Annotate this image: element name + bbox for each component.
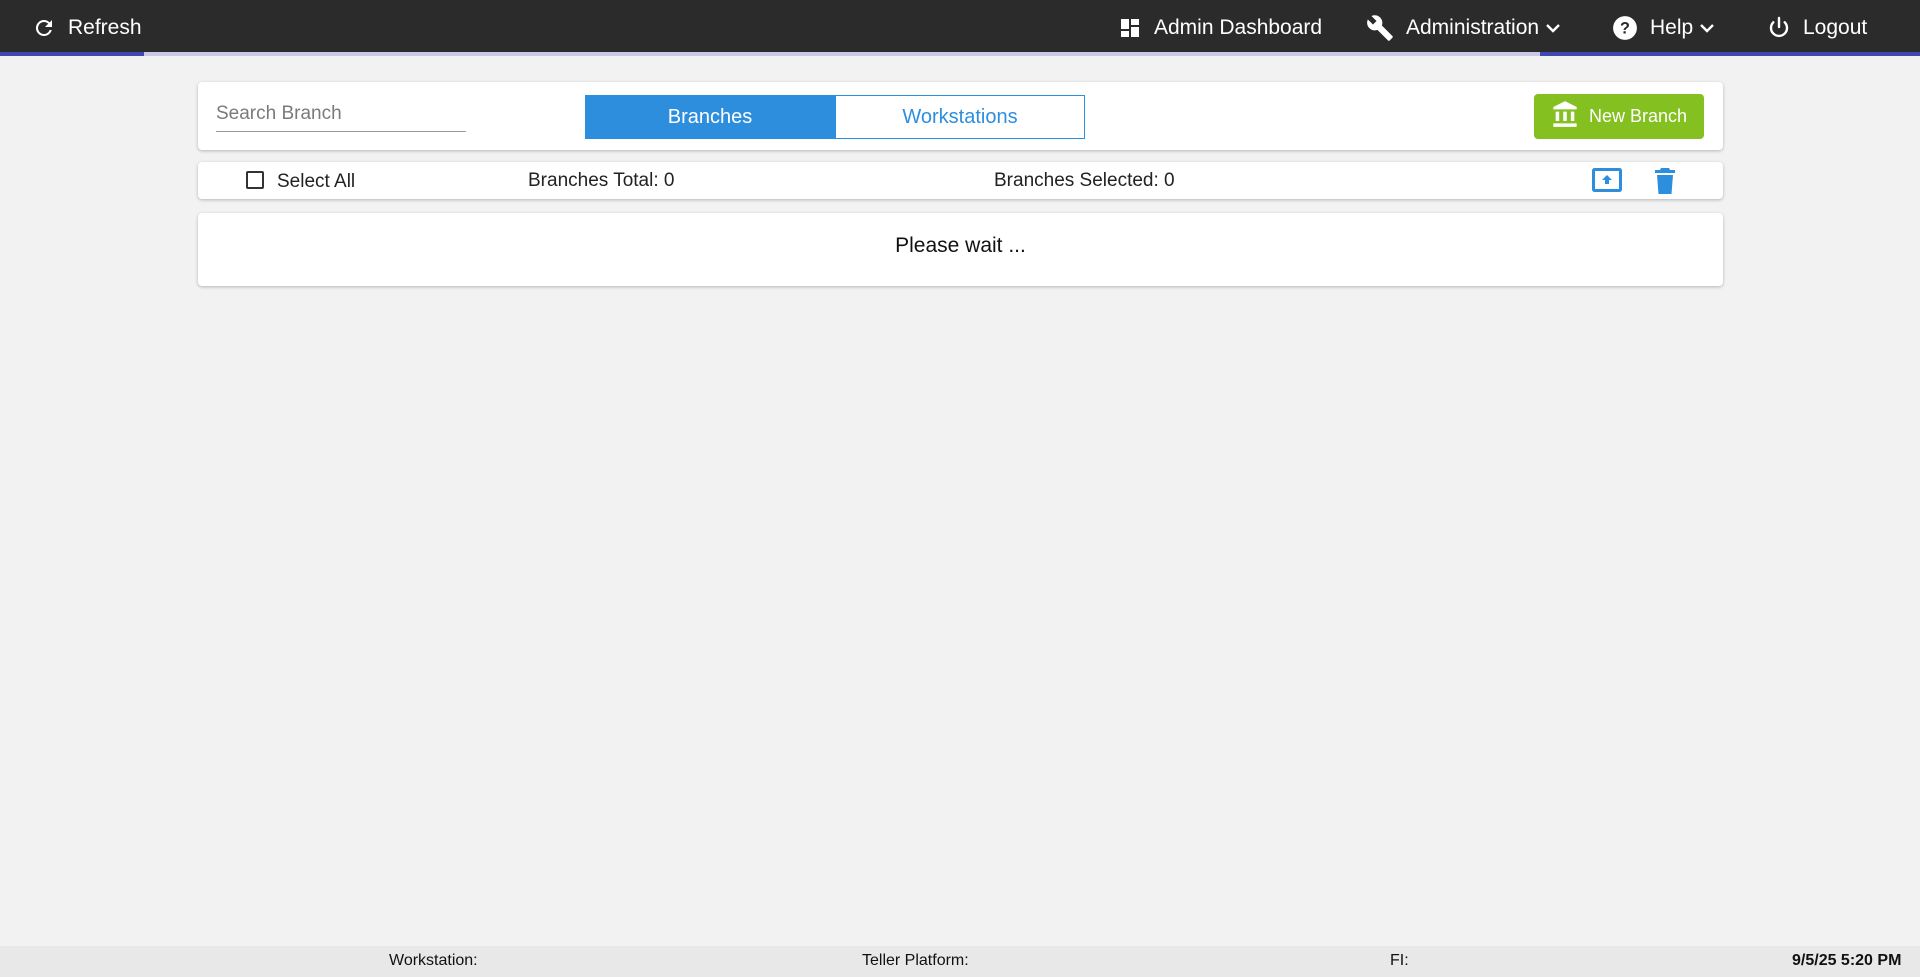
- refresh-icon: [32, 16, 56, 40]
- select-all-label[interactable]: Select All: [277, 171, 355, 193]
- footer-teller-platform: Teller Platform:: [862, 952, 969, 969]
- top-nav-bar: Refresh Admin Dashboard Administration ?…: [0, 0, 1920, 56]
- chevron-down-icon: [1545, 20, 1561, 36]
- upload-icon: [1592, 168, 1622, 198]
- loading-message: Please wait ...: [895, 234, 1026, 257]
- administration-label: Administration: [1406, 16, 1540, 39]
- refresh-button[interactable]: Refresh: [32, 0, 142, 56]
- tab-workstations[interactable]: Workstations: [835, 95, 1085, 139]
- power-icon: [1767, 16, 1791, 40]
- select-all-checkbox[interactable]: [246, 171, 264, 189]
- administration-menu[interactable]: Administration: [1366, 0, 1561, 56]
- admin-dashboard-link[interactable]: Admin Dashboard: [1118, 0, 1322, 56]
- loading-progress-bar: [0, 52, 1920, 56]
- refresh-label: Refresh: [68, 16, 142, 39]
- logout-label: Logout: [1803, 16, 1868, 39]
- svg-text:?: ?: [1620, 19, 1630, 37]
- bank-icon: [1551, 100, 1579, 133]
- tab-branches-label: Branches: [667, 105, 753, 128]
- footer-workstation: Workstation:: [389, 952, 478, 969]
- admin-dashboard-label: Admin Dashboard: [1154, 16, 1323, 39]
- footer-timestamp: 9/5/25 5:20 PM: [1792, 952, 1902, 969]
- progress-segment: [1540, 52, 1920, 56]
- new-branch-label: New Branch: [1588, 106, 1688, 126]
- branches-selected: Branches Selected: 0: [994, 170, 1175, 191]
- footer-fi: FI:: [1390, 952, 1409, 969]
- delete-button[interactable]: [1655, 168, 1675, 199]
- branches-total: Branches Total: 0: [528, 170, 675, 191]
- tab-branches[interactable]: Branches: [585, 95, 835, 139]
- help-menu[interactable]: ? Help: [1612, 0, 1715, 56]
- list-header-card: [198, 162, 1723, 199]
- status-footer: Workstation: Teller Platform: FI: 9/5/25…: [0, 946, 1920, 977]
- new-branch-button[interactable]: New Branch: [1534, 94, 1704, 139]
- chevron-down-icon: [1699, 20, 1715, 36]
- search-branch-input[interactable]: [216, 100, 466, 132]
- logout-button[interactable]: Logout: [1767, 0, 1867, 56]
- progress-segment: [0, 52, 144, 56]
- trash-icon: [1655, 168, 1675, 198]
- upload-button[interactable]: [1592, 168, 1622, 199]
- help-label: Help: [1650, 16, 1694, 39]
- tab-workstations-label: Workstations: [902, 105, 1018, 128]
- wrench-icon: [1366, 14, 1394, 42]
- help-icon: ?: [1612, 15, 1638, 41]
- dashboard-icon: [1118, 16, 1142, 40]
